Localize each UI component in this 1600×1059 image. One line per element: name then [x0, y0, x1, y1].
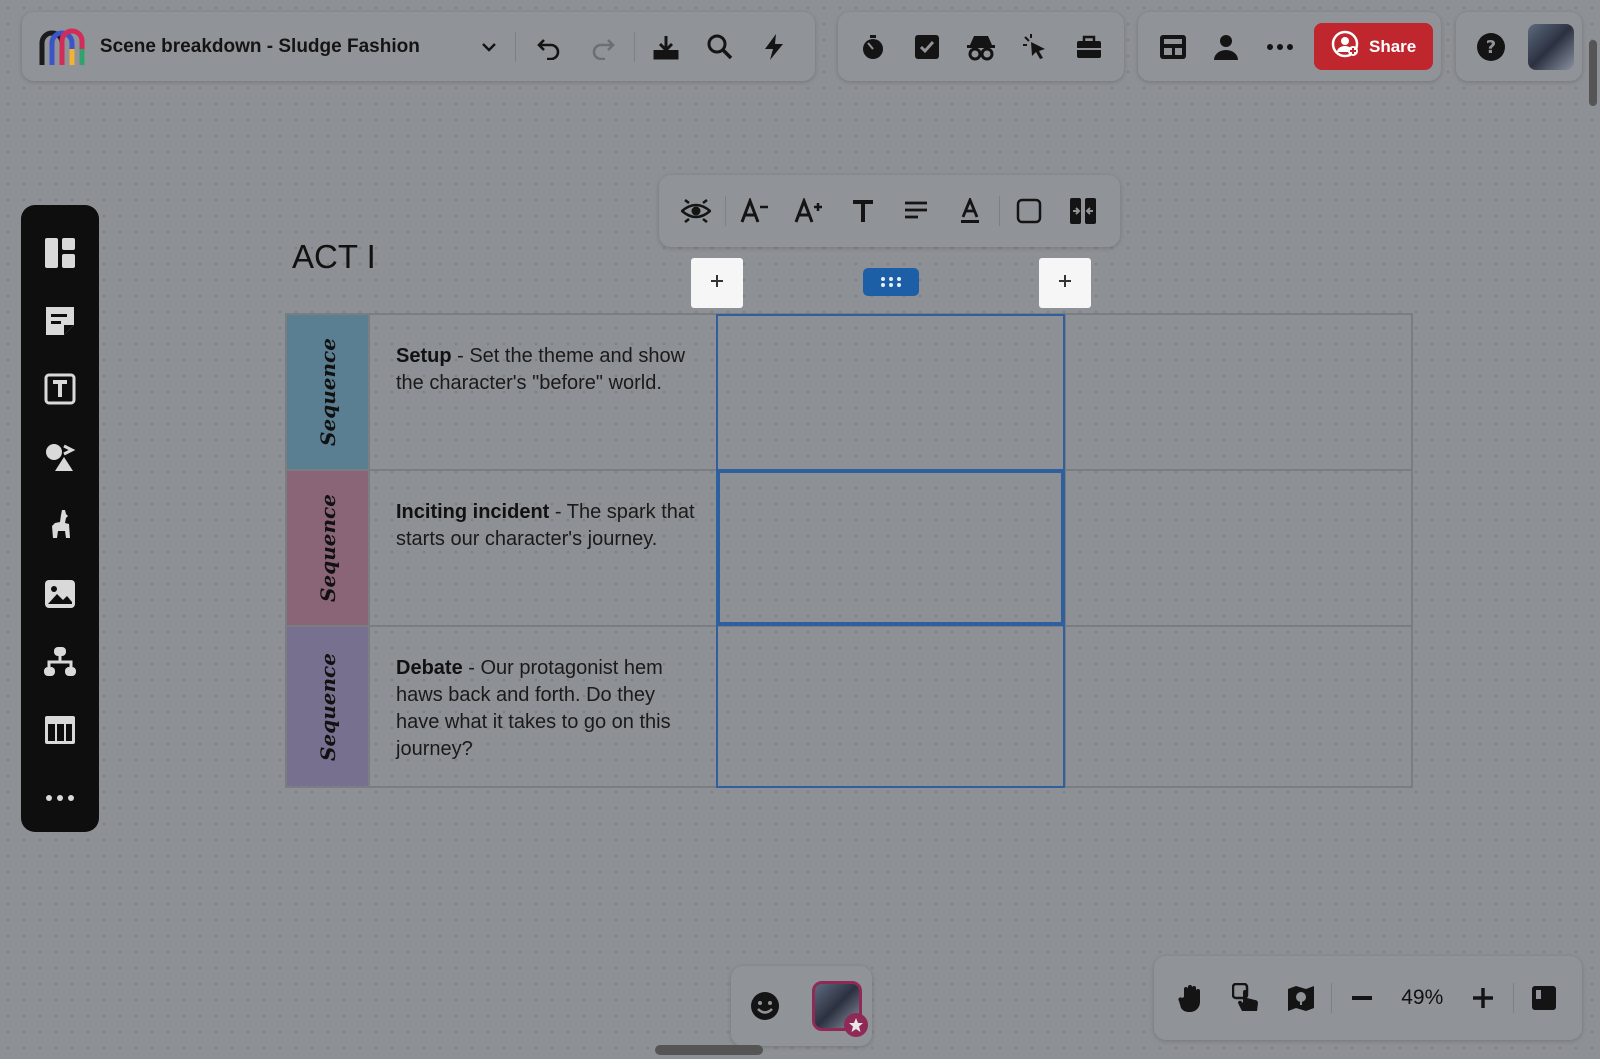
- text-style-icon[interactable]: [838, 186, 888, 236]
- add-column-right-button[interactable]: [1039, 258, 1091, 308]
- divider: [634, 31, 636, 62]
- collaboration-toolbar: [838, 12, 1124, 81]
- main-toolbar: Scene breakdown - Sludge Fashion: [22, 12, 815, 81]
- row-heading: Setup: [396, 345, 452, 367]
- table-row: Sequence Debate - Our protagonist hem ha…: [287, 627, 1411, 786]
- plus-icon: [709, 272, 725, 295]
- hand-pan-icon[interactable]: [1168, 974, 1216, 1022]
- sticky-note-icon[interactable]: [30, 287, 90, 355]
- scene-table[interactable]: Sequence Setup - Set the theme and show …: [285, 313, 1413, 788]
- board-title[interactable]: Scene breakdown - Sludge Fashion: [100, 36, 470, 58]
- map-view-icon[interactable]: [1277, 974, 1325, 1022]
- svg-text:?: ?: [1486, 37, 1496, 58]
- plus-icon: [1057, 272, 1073, 295]
- text-tool-icon[interactable]: [30, 355, 90, 423]
- description-cell[interactable]: Setup - Set the theme and show the chara…: [370, 315, 718, 469]
- sequence-label: Sequence: [315, 338, 340, 446]
- share-button[interactable]: Share: [1314, 23, 1433, 70]
- incognito-icon[interactable]: [954, 20, 1008, 74]
- layout-panel-icon[interactable]: [1146, 20, 1199, 74]
- add-user-icon: [1331, 30, 1359, 63]
- left-tool-sidebar: [21, 205, 99, 832]
- description-cell[interactable]: Inciting incident - The spark that start…: [370, 471, 718, 625]
- minimap-toggle-icon[interactable]: [1520, 974, 1568, 1022]
- more-tools-icon[interactable]: [30, 764, 90, 832]
- more-options-icon[interactable]: [1253, 20, 1306, 74]
- undo-icon[interactable]: [522, 20, 576, 74]
- app-logo-icon[interactable]: [36, 20, 90, 74]
- horizontal-scrollbar[interactable]: [655, 1045, 763, 1055]
- column-drag-handle[interactable]: [863, 268, 919, 296]
- user-avatar[interactable]: [1528, 23, 1574, 70]
- sequence-label: Sequence: [315, 652, 340, 761]
- focus-view-icon[interactable]: [671, 186, 721, 236]
- help-toolbar: ?: [1456, 12, 1582, 81]
- empty-cell[interactable]: [718, 471, 1066, 625]
- download-icon[interactable]: [639, 20, 693, 74]
- divider: [1512, 983, 1514, 1013]
- zoom-in-icon[interactable]: [1459, 974, 1507, 1022]
- vertical-scrollbar[interactable]: [1589, 40, 1597, 106]
- zoom-level[interactable]: 49%: [1392, 986, 1452, 1010]
- shapes-icon[interactable]: [30, 423, 90, 491]
- text-color-icon[interactable]: [945, 186, 995, 236]
- redo-icon[interactable]: [576, 20, 630, 74]
- mind-map-icon[interactable]: [30, 628, 90, 696]
- star-icon: [844, 1013, 868, 1037]
- divider: [515, 31, 517, 62]
- help-icon[interactable]: ?: [1464, 20, 1518, 74]
- add-column-left-button[interactable]: [691, 258, 743, 308]
- empty-cell[interactable]: [718, 315, 1066, 469]
- divider: [999, 196, 1001, 226]
- merge-cells-icon[interactable]: [1058, 186, 1108, 236]
- cursor-click-icon[interactable]: [1008, 20, 1062, 74]
- divider: [724, 196, 726, 226]
- toolbox-icon[interactable]: [1062, 20, 1116, 74]
- table-row: Sequence Inciting incident - The spark t…: [287, 471, 1411, 627]
- decrease-font-icon[interactable]: [730, 186, 780, 236]
- chevron-down-icon[interactable]: [469, 20, 509, 74]
- share-label: Share: [1369, 36, 1417, 56]
- lightning-icon[interactable]: [747, 20, 801, 74]
- llama-icon[interactable]: [30, 491, 90, 559]
- account-toolbar: Share: [1138, 12, 1441, 81]
- touch-gesture-icon[interactable]: [1222, 974, 1270, 1022]
- image-icon[interactable]: [30, 560, 90, 628]
- table-row: Sequence Setup - Set the theme and show …: [287, 315, 1411, 471]
- user-icon[interactable]: [1199, 20, 1252, 74]
- sequence-cell[interactable]: Sequence: [287, 315, 370, 469]
- increase-font-icon[interactable]: [784, 186, 834, 236]
- row-heading: Inciting incident: [396, 501, 550, 523]
- act-title[interactable]: ACT I: [292, 238, 376, 276]
- sequence-label: Sequence: [315, 494, 340, 602]
- presence-avatar[interactable]: [812, 981, 868, 1037]
- row-heading: Debate: [396, 657, 463, 679]
- divider: [1330, 983, 1332, 1013]
- table-icon[interactable]: [30, 696, 90, 764]
- empty-cell[interactable]: [718, 627, 1066, 786]
- zoom-bar: 49%: [1154, 956, 1582, 1040]
- reactions-bar: [731, 966, 872, 1046]
- sequence-cell[interactable]: Sequence: [287, 627, 370, 786]
- zoom-out-icon[interactable]: [1338, 974, 1386, 1022]
- description-cell[interactable]: Debate - Our protagonist hem haws back a…: [370, 627, 718, 786]
- format-toolbar: [659, 175, 1120, 247]
- border-style-icon[interactable]: [1004, 186, 1054, 236]
- timer-icon[interactable]: [846, 20, 900, 74]
- templates-icon[interactable]: [30, 219, 90, 287]
- search-icon[interactable]: [693, 20, 747, 74]
- checkbox-icon[interactable]: [900, 20, 954, 74]
- text-align-icon[interactable]: [891, 186, 941, 236]
- emoji-icon[interactable]: [741, 982, 789, 1030]
- sequence-cell[interactable]: Sequence: [287, 471, 370, 625]
